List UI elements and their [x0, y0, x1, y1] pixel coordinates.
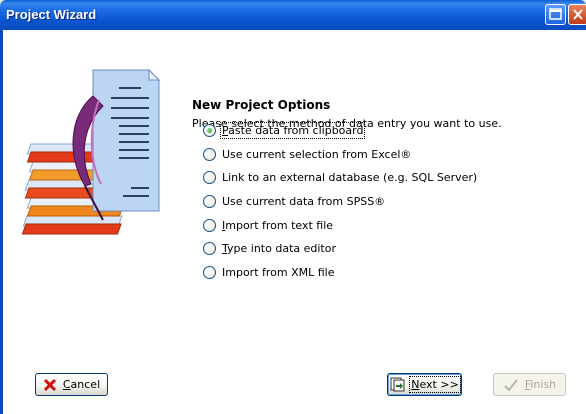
option-label: Paste data from clipboard [219, 121, 366, 139]
option-label: Import from text file [222, 218, 334, 232]
next-label: Next >> [409, 376, 461, 393]
radio-button[interactable] [203, 147, 216, 161]
finish-label: Finish [524, 378, 557, 391]
option-label: Use current selection from Excel® [222, 147, 412, 161]
option-label: Type into data editor [222, 241, 336, 255]
cancel-button[interactable]: Cancel [35, 373, 108, 396]
option-text-file[interactable]: Import from text file [203, 216, 333, 234]
option-label: Link to an external database (e.g. SQL S… [222, 170, 478, 184]
option-label: Use current data from SPSS® [222, 194, 386, 208]
radio-button-selected[interactable] [203, 123, 216, 137]
cancel-label: Cancel [62, 378, 101, 391]
radio-button[interactable] [203, 218, 216, 232]
next-button[interactable]: Next >> [387, 373, 462, 396]
option-xml-file[interactable]: Import from XML file [203, 263, 335, 281]
radio-button[interactable] [203, 194, 216, 208]
close-icon [573, 9, 583, 20]
option-excel-selection[interactable]: Use current selection from Excel® [203, 145, 411, 163]
documents-quill-icon [21, 68, 161, 235]
finish-button[interactable]: Finish [493, 373, 566, 396]
option-data-editor[interactable]: Type into data editor [203, 239, 336, 257]
radio-button[interactable] [203, 241, 216, 255]
maximize-icon [549, 8, 562, 20]
option-paste-clipboard[interactable]: Paste data from clipboard [203, 121, 366, 139]
option-label: Import from XML file [222, 265, 335, 279]
checkmark-icon [503, 378, 519, 392]
project-wizard-window: Project Wizard New Project Options Pleas… [0, 0, 586, 414]
wizard-heading: New Project Options [192, 98, 331, 112]
option-external-database[interactable]: Link to an external database (e.g. SQL S… [203, 168, 477, 186]
cancel-x-icon [43, 378, 57, 392]
radio-button[interactable] [203, 170, 216, 184]
title-bar[interactable]: Project Wizard [0, 0, 586, 30]
window-title: Project Wizard [6, 7, 97, 22]
close-button[interactable] [568, 4, 586, 25]
maximize-button[interactable] [545, 4, 566, 25]
next-page-icon [390, 377, 405, 392]
radio-button[interactable] [203, 265, 216, 279]
option-spss-data[interactable]: Use current data from SPSS® [203, 192, 385, 210]
